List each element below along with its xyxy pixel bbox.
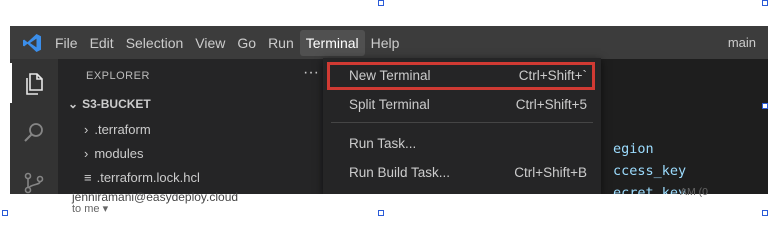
menu-item-shortcut: Ctrl+Shift+5 [515, 97, 587, 112]
code-line: egion [613, 141, 654, 157]
tree-item-lockfile[interactable]: ≡ .terraform.lock.hcl [84, 170, 200, 185]
explorer-sidebar: EXPLORER ··· ⌄ S3-BUCKET › .terraform › mod… [58, 59, 323, 194]
selection-handle[interactable] [2, 210, 8, 216]
explorer-files-icon[interactable] [22, 72, 46, 96]
vscode-logo-icon [23, 34, 41, 52]
annotation-highlight-box [327, 62, 595, 90]
chevron-right-icon: › [84, 146, 89, 161]
chevron-right-icon: › [84, 122, 89, 137]
active-view-indicator [10, 63, 12, 103]
vscode-window: File Edit Selection View Go Run Terminal… [10, 26, 768, 194]
workspace-folder-name: S3-BUCKET [82, 97, 151, 111]
selection-handle[interactable] [762, 103, 768, 109]
menu-terminal[interactable]: Terminal [299, 29, 365, 56]
search-icon[interactable] [22, 121, 46, 145]
tree-item-label: .terraform.lock.hcl [96, 170, 200, 185]
menu-item-shortcut: Ctrl+Shift+B [514, 165, 587, 180]
email-recipient[interactable]: to me ▾ [72, 202, 108, 215]
chevron-down-icon: ⌄ [68, 97, 79, 111]
email-header-strip: jenniramani@easydeploy.cloud to me ▾ [0, 190, 768, 216]
menu-go[interactable]: Go [231, 30, 262, 56]
menu-item-label: Run Build Task... [349, 165, 451, 180]
workspace-folder-header[interactable]: ⌄ S3-BUCKET [68, 97, 151, 111]
tree-item-modules[interactable]: › modules [84, 146, 143, 161]
menu-run[interactable]: Run [262, 30, 300, 56]
tree-item-terraform[interactable]: › .terraform [84, 122, 151, 137]
menu-bar: File Edit Selection View Go Run Terminal… [10, 26, 768, 59]
more-actions-icon[interactable]: ··· [303, 64, 319, 82]
code-line: ccess_key [613, 163, 687, 179]
activity-bar [10, 59, 58, 194]
image-top-margin [0, 0, 768, 26]
file-lines-icon: ≡ [84, 170, 92, 185]
menu-separator [331, 122, 593, 123]
menu-item-run-task[interactable]: Run Task... [323, 130, 601, 158]
email-timestamp: AM (0 [680, 186, 709, 198]
selection-handle[interactable] [762, 210, 768, 216]
menu-item-split-terminal[interactable]: Split Terminal Ctrl+Shift+5 [323, 91, 601, 119]
window-title: main [727, 35, 756, 50]
menu-selection[interactable]: Selection [120, 30, 190, 56]
selection-handle[interactable] [762, 0, 768, 6]
menu-help[interactable]: Help [365, 30, 406, 56]
tree-item-label: .terraform [94, 122, 151, 137]
code-line: ecret_key [613, 185, 687, 194]
menu-edit[interactable]: Edit [84, 30, 120, 56]
explorer-title: EXPLORER [86, 70, 150, 82]
menu-items: File Edit Selection View Go Run Terminal… [49, 26, 405, 59]
menu-view[interactable]: View [189, 30, 231, 56]
menu-item-label: Run Task... [349, 136, 417, 151]
menu-item-run-build-task[interactable]: Run Build Task... Ctrl+Shift+B [323, 159, 601, 187]
selection-handle[interactable] [378, 210, 384, 216]
source-control-icon[interactable] [22, 171, 46, 194]
tree-item-label: modules [94, 146, 144, 161]
menu-file[interactable]: File [49, 30, 84, 56]
menu-item-label: Split Terminal [349, 97, 430, 112]
selection-handle[interactable] [378, 0, 384, 6]
